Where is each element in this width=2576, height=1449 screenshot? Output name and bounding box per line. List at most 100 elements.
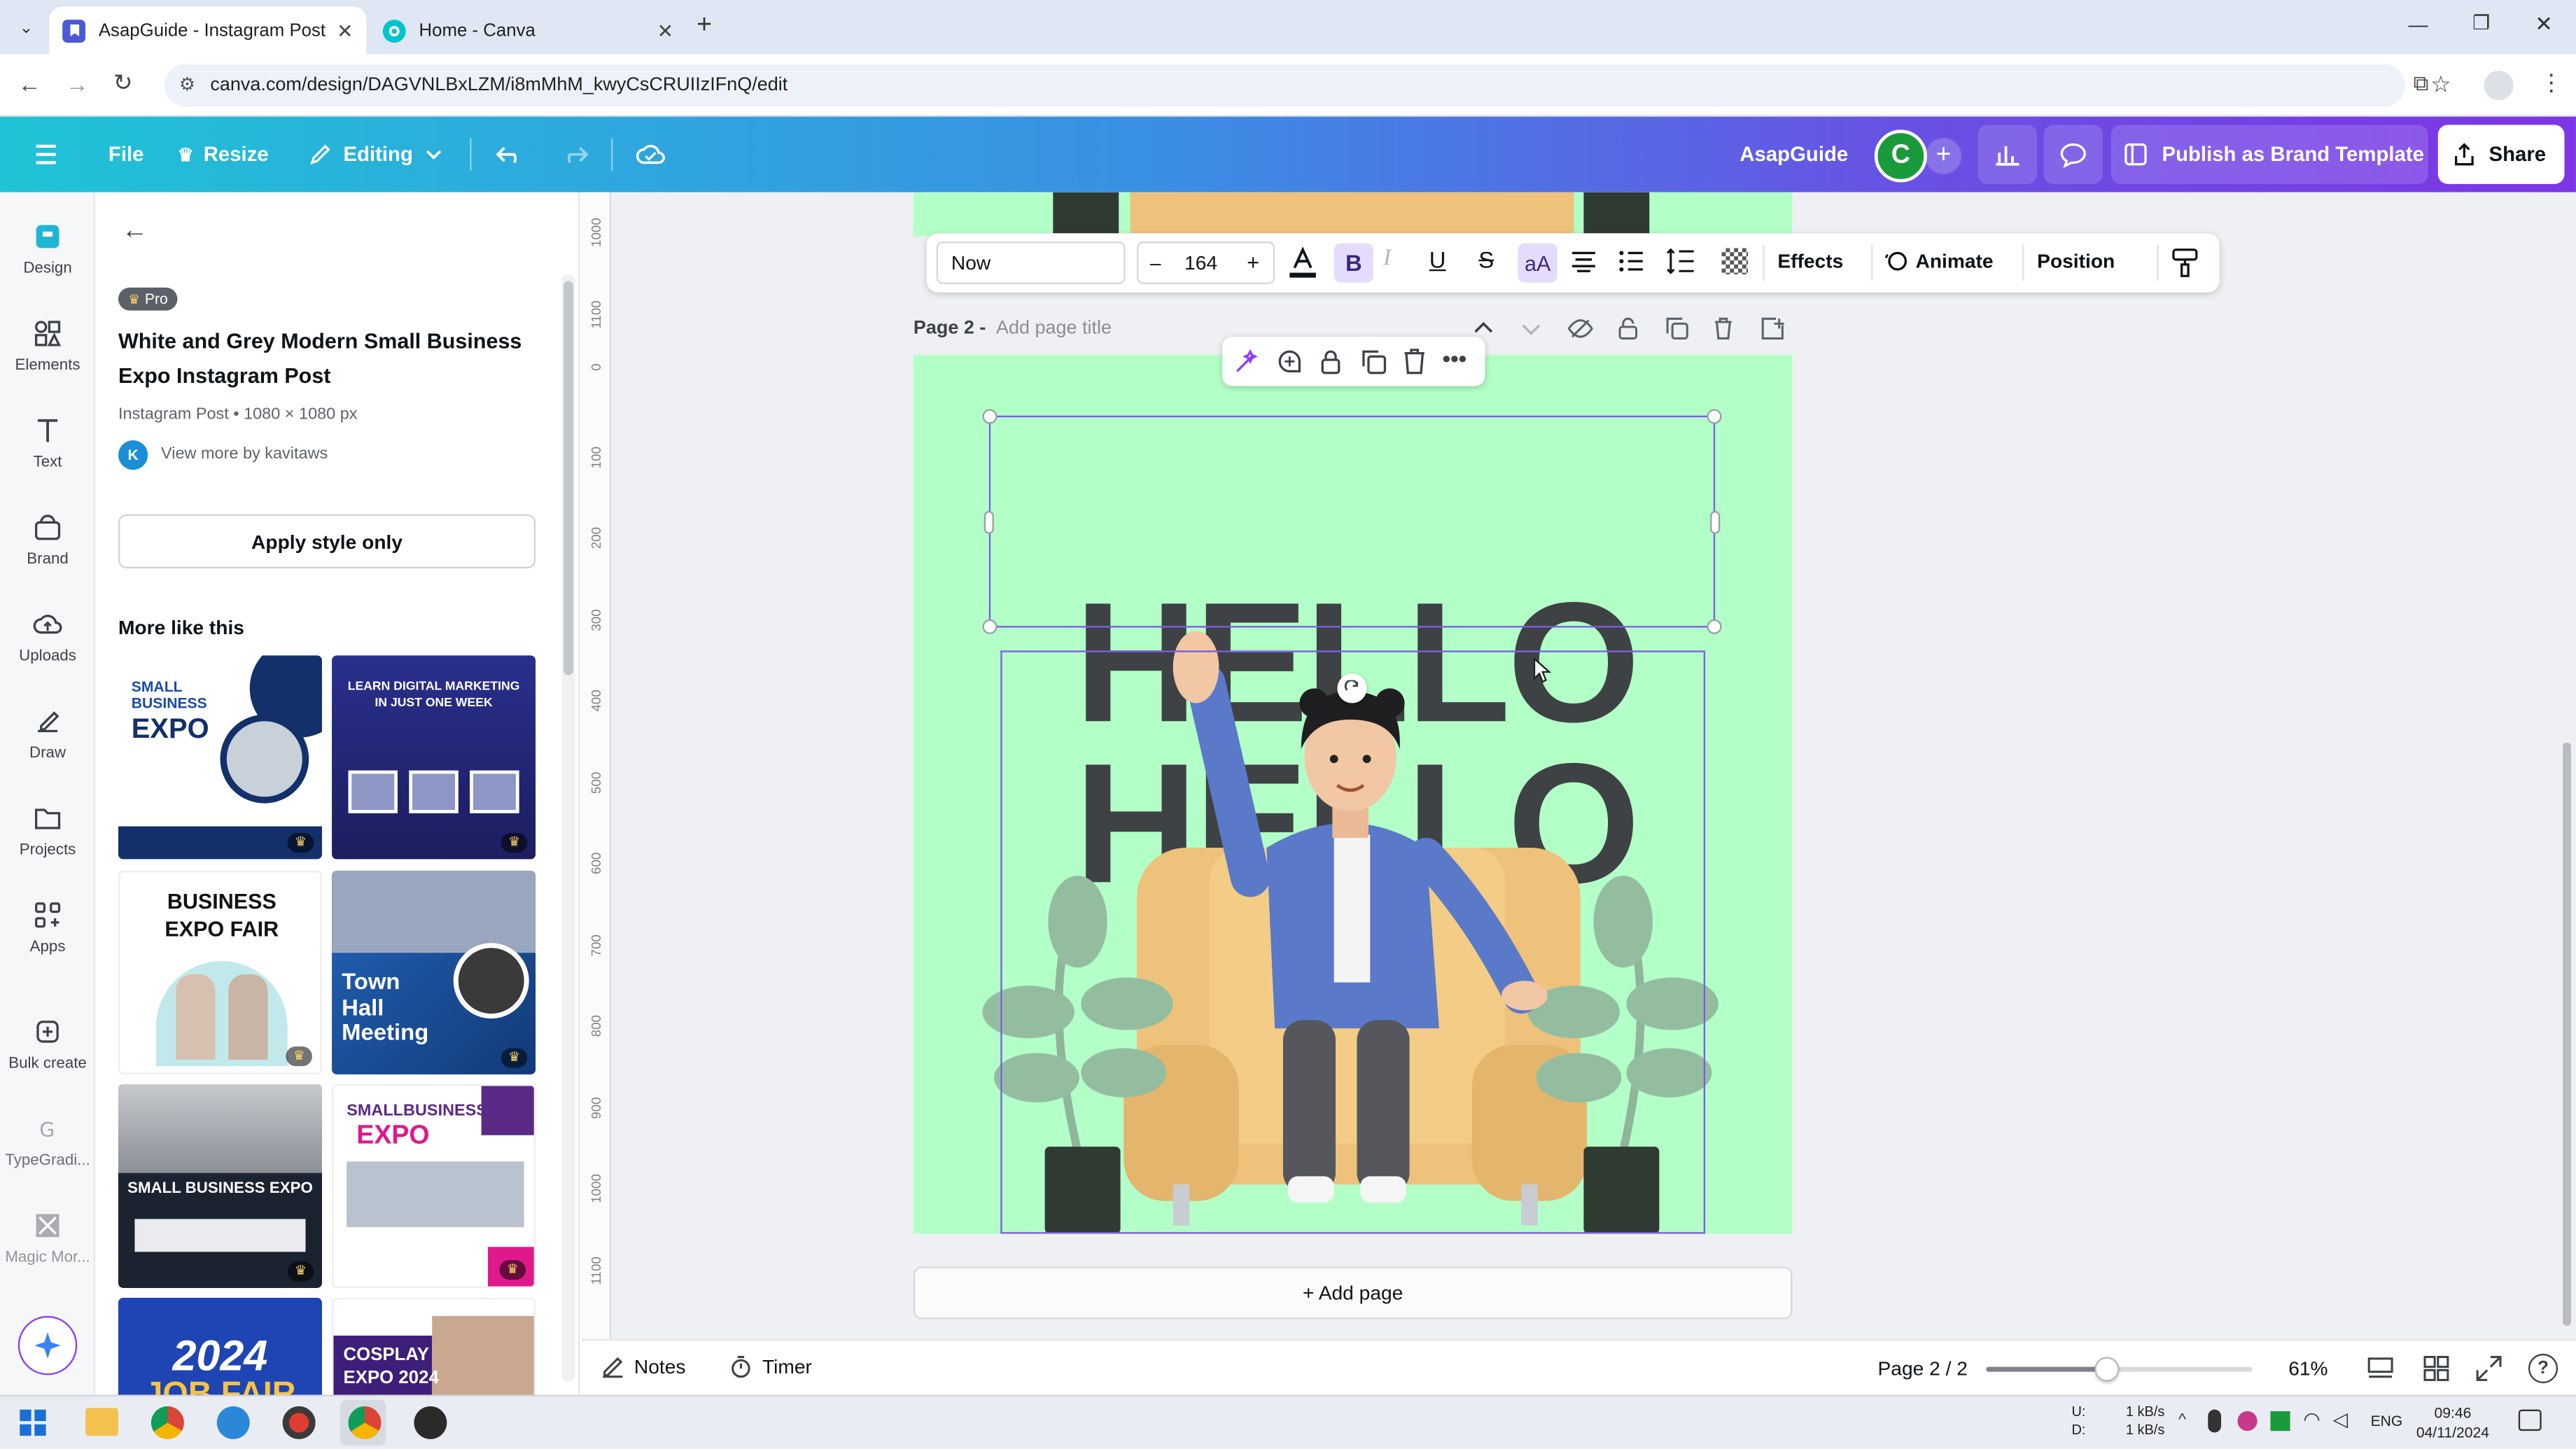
template-thumbnail[interactable]: SMALL BUSINESS EXPO ♛: [118, 655, 322, 860]
rail-elements[interactable]: Elements: [0, 318, 95, 374]
add-collaborator-icon[interactable]: +: [1925, 138, 1962, 174]
chrome-icon[interactable]: [348, 1406, 382, 1439]
rail-design[interactable]: Design: [0, 222, 95, 278]
back-arrow-icon[interactable]: ←: [122, 217, 148, 246]
help-icon[interactable]: ?: [2528, 1353, 2558, 1384]
minimize-icon[interactable]: —: [2409, 13, 2428, 36]
resize-handle[interactable]: [1707, 619, 1722, 634]
move-page-down-icon[interactable]: [1521, 323, 1541, 337]
delete-page-icon[interactable]: [1714, 317, 1733, 340]
rail-typegradient[interactable]: G TypeGradi...: [0, 1114, 95, 1170]
project-name[interactable]: AsapGuide: [1740, 117, 1848, 192]
resize-button[interactable]: ♛ Resize: [177, 117, 268, 192]
rotate-handle-icon[interactable]: [1337, 673, 1367, 704]
resize-handle[interactable]: [982, 619, 997, 634]
hide-page-icon[interactable]: [1567, 318, 1594, 338]
animate-button[interactable]: Animate: [1884, 250, 1994, 273]
italic-button[interactable]: I: [1383, 246, 1391, 273]
insights-icon[interactable]: [1977, 125, 2038, 184]
new-tab-icon[interactable]: +: [696, 11, 712, 41]
font-size-input[interactable]: 164: [1184, 251, 1217, 274]
copy-style-icon[interactable]: [2172, 248, 2199, 277]
lock-page-icon[interactable]: [1618, 317, 1638, 340]
increase-size-button[interactable]: +: [1247, 250, 1259, 274]
site-info-icon[interactable]: ⚙: [179, 74, 195, 95]
align-center-icon[interactable]: [1571, 250, 1597, 273]
move-page-up-icon[interactable]: [1474, 321, 1493, 334]
underline-button[interactable]: U: [1429, 246, 1446, 273]
position-button[interactable]: Position: [2037, 250, 2115, 273]
page-view-icon[interactable]: [2367, 1355, 2394, 1382]
tray-app-icon[interactable]: [2237, 1410, 2258, 1432]
more-options-icon[interactable]: •••: [1443, 345, 1467, 372]
spacing-icon[interactable]: [1666, 248, 1695, 274]
resize-handle[interactable]: [1707, 409, 1722, 424]
comment-add-icon[interactable]: [1277, 349, 1303, 375]
cloud-saved-icon[interactable]: [636, 117, 665, 192]
zoom-slider-thumb[interactable]: [2094, 1357, 2120, 1382]
font-family-select[interactable]: Now: [936, 241, 1126, 285]
template-thumbnail[interactable]: BUSINESS EXPO FAIR ♛: [118, 870, 322, 1074]
profile-avatar[interactable]: [2484, 70, 2514, 101]
language-indicator[interactable]: ENG: [2371, 1413, 2403, 1429]
page-indicator[interactable]: Page 2 / 2: [1878, 1357, 1968, 1380]
avatar[interactable]: C: [1874, 130, 1927, 183]
wifi-icon[interactable]: ◠: [2303, 1408, 2320, 1431]
tray-chevron-icon[interactable]: ^: [2178, 1411, 2186, 1429]
page-title-input[interactable]: Add page title: [996, 318, 1112, 338]
browser-menu-icon[interactable]: ⋮: [2540, 69, 2563, 97]
file-explorer-icon[interactable]: [85, 1408, 118, 1436]
author-link[interactable]: View more by kavitaws: [161, 445, 328, 463]
microphone-icon[interactable]: [2208, 1409, 2222, 1433]
apply-style-button[interactable]: Apply style only: [118, 514, 536, 569]
template-thumbnail[interactable]: LEARN DIGITAL MARKETING IN JUST ONE WEEK…: [332, 655, 536, 860]
timer-button[interactable]: Timer: [729, 1355, 812, 1378]
tray-app-icon[interactable]: [2270, 1410, 2290, 1432]
close-window-icon[interactable]: ✕: [2535, 11, 2553, 38]
duplicate-page-icon[interactable]: [1666, 317, 1689, 340]
design-page[interactable]: HELLO HELLO: [913, 354, 1793, 1234]
add-page-icon[interactable]: [1761, 317, 1784, 340]
tab-home-canva[interactable]: Home - Canva ✕: [370, 6, 687, 54]
tab-search-icon[interactable]: ⌄: [10, 13, 43, 43]
file-menu[interactable]: File: [108, 117, 144, 192]
effects-button[interactable]: Effects: [1777, 250, 1843, 273]
editing-mode-button[interactable]: Editing: [309, 117, 442, 192]
resize-handle[interactable]: [1710, 510, 1721, 534]
lock-element-icon[interactable]: [1320, 349, 1343, 375]
bold-button[interactable]: B: [1334, 243, 1374, 283]
obs-icon[interactable]: [414, 1406, 447, 1439]
letter-case-button[interactable]: aA: [1518, 243, 1558, 283]
page-1-preview[interactable]: [913, 192, 1793, 237]
scrollbar-thumb[interactable]: [563, 281, 574, 676]
reload-icon[interactable]: ↻: [113, 69, 133, 97]
delete-element-icon[interactable]: [1403, 349, 1426, 375]
chrome-icon[interactable]: [150, 1406, 184, 1439]
redo-icon[interactable]: [559, 117, 589, 192]
grid-view-icon[interactable]: [2423, 1355, 2450, 1382]
resize-handle[interactable]: [982, 409, 997, 424]
rail-draw[interactable]: Draw: [0, 706, 95, 762]
extensions-icon[interactable]: ⧉: [2414, 71, 2429, 97]
magic-edit-icon[interactable]: [1234, 349, 1261, 375]
restore-icon[interactable]: ❐: [2472, 11, 2490, 34]
rail-bulk-create[interactable]: Bulk create: [0, 1017, 95, 1073]
text-color-icon[interactable]: [1288, 246, 1317, 279]
back-icon[interactable]: ←: [18, 71, 41, 97]
zoom-level[interactable]: 61%: [2288, 1357, 2328, 1380]
decrease-size-button[interactable]: –: [1150, 251, 1161, 274]
template-thumbnail[interactable]: COSPLAY EXPO 2024: [332, 1298, 536, 1395]
close-tab-icon[interactable]: ✕: [657, 19, 674, 42]
strikethrough-button[interactable]: S: [1478, 246, 1494, 273]
canvas-scrollbar[interactable]: [2563, 742, 2571, 1326]
rail-projects[interactable]: Projects: [0, 804, 95, 859]
zoom-slider[interactable]: [1986, 1357, 2253, 1382]
add-page-button[interactable]: + Add page: [913, 1266, 1793, 1320]
forward-icon[interactable]: →: [66, 71, 89, 97]
list-icon[interactable]: [1618, 250, 1645, 273]
undo-icon[interactable]: [496, 117, 526, 192]
rail-text[interactable]: Text: [0, 416, 95, 472]
publish-brand-template-button[interactable]: Publish as Brand Template: [2110, 125, 2428, 184]
windows-start-icon[interactable]: [20, 1409, 46, 1436]
template-thumbnail[interactable]: SMALL BUSINESS EXPO ♛: [118, 1084, 322, 1288]
